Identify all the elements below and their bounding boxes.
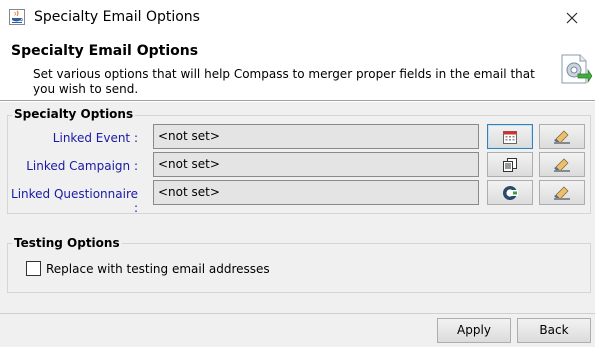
questionnaire-c-icon	[503, 185, 518, 200]
email-settings-icon	[561, 54, 592, 84]
eraser-icon	[554, 186, 570, 200]
footer-separator	[0, 313, 595, 314]
calendar-icon	[503, 130, 517, 144]
linked-event-field[interactable]: <not set>	[153, 124, 479, 149]
linked-campaign-label: Linked Campaign :	[26, 159, 138, 173]
select-questionnaire-button[interactable]	[487, 180, 533, 205]
clear-questionnaire-button[interactable]	[539, 180, 585, 205]
linked-questionnaire-field[interactable]: <not set>	[153, 180, 479, 205]
linked-campaign-field[interactable]: <not set>	[153, 152, 479, 177]
window-title: Specialty Email Options	[34, 9, 200, 25]
dialog-header: Specialty Email Options Set various opti…	[0, 36, 595, 100]
header-description: Set various options that will help Compa…	[33, 67, 535, 96]
testing-options-title: Testing Options	[12, 236, 122, 250]
select-event-button[interactable]	[487, 124, 533, 149]
header-title: Specialty Email Options	[11, 43, 199, 59]
select-campaign-button[interactable]	[487, 152, 533, 177]
back-button[interactable]: Back	[517, 318, 591, 343]
eraser-icon	[554, 158, 570, 172]
apply-button[interactable]: Apply	[437, 318, 511, 343]
documents-icon	[503, 157, 517, 172]
clear-event-button[interactable]	[539, 124, 585, 149]
replace-testing-checkbox[interactable]	[26, 261, 41, 276]
specialty-options-title: Specialty Options	[12, 107, 136, 121]
window-titlebar: Specialty Email Options	[0, 0, 595, 36]
linked-questionnaire-label: Linked Questionnaire :	[11, 187, 138, 215]
java-app-icon	[9, 9, 25, 25]
close-button[interactable]	[549, 0, 595, 36]
clear-campaign-button[interactable]	[539, 152, 585, 177]
replace-testing-label[interactable]: Replace with testing email addresses	[46, 262, 270, 276]
header-separator	[0, 100, 595, 102]
linked-event-label: Linked Event :	[52, 131, 138, 145]
eraser-icon	[554, 130, 570, 144]
close-icon	[566, 12, 578, 24]
